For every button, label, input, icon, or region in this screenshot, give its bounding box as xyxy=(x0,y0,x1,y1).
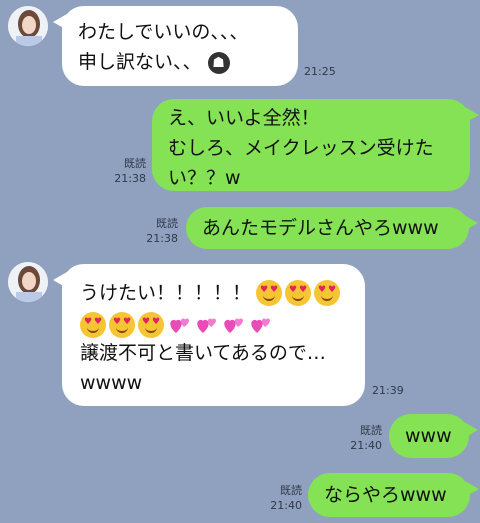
two-hearts-emoji-icon xyxy=(167,313,191,337)
heart-eyes-emoji-icon: ♥ ♥ xyxy=(138,312,164,338)
message-time: 21:39 xyxy=(372,384,404,397)
message-time: 21:38 xyxy=(146,232,178,245)
message-text: 申し訳ない、、 ☗ xyxy=(78,47,298,77)
message-text: い？？w xyxy=(168,167,241,189)
contact-avatar[interactable] xyxy=(8,262,48,302)
incoming-message-bubble[interactable]: うけたい！！！！！ ♥ ♥ ♥ ♥ ♥ ♥ ♥ ♥ ♥ ♥ ♥ ♥ 譲渡不可と書いてあるので… xyxy=(53,264,365,406)
read-receipt: 既読 xyxy=(280,484,302,497)
outgoing-message-bubble[interactable]: あんたモデルさんやろwww xyxy=(186,207,478,249)
emoji-row: ♥ ♥ ♥ ♥ ♥ ♥ xyxy=(80,310,365,340)
outgoing-message-bubble[interactable]: www xyxy=(389,414,478,458)
heart-eyes-emoji-icon: ♥ ♥ xyxy=(80,312,106,338)
two-hearts-emoji-icon xyxy=(248,313,272,337)
message-text: www xyxy=(405,425,452,447)
incoming-message-bubble[interactable]: わたしでいいの、、、 申し訳ない、、 ☗ xyxy=(53,6,298,86)
message-text: わたしでいいの、、、 xyxy=(78,21,249,43)
emoji-row: うけたい！！！！！ ♥ ♥ ♥ ♥ ♥ ♥ xyxy=(80,278,365,308)
ghost-emoji-icon: ☗ xyxy=(207,51,230,74)
read-receipt: 既読 xyxy=(360,424,382,437)
outgoing-message-bubble[interactable]: ならやろwww xyxy=(308,473,479,517)
contact-avatar[interactable] xyxy=(8,6,48,46)
message-text: え、いいよ全然！ xyxy=(168,107,320,129)
message-time: 21:40 xyxy=(270,499,302,512)
heart-eyes-emoji-icon: ♥ ♥ xyxy=(285,280,312,306)
message-time: 21:38 xyxy=(114,172,146,185)
message-time: 21:40 xyxy=(350,439,382,452)
message-text: wwww xyxy=(80,372,143,394)
message-time: 21:25 xyxy=(304,65,336,78)
two-hearts-emoji-icon xyxy=(194,313,218,337)
read-receipt: 既読 xyxy=(124,157,146,170)
message-text: あんたモデルさんやろwww xyxy=(202,217,439,239)
message-text: うけたい！！！！！ xyxy=(80,282,252,304)
heart-eyes-emoji-icon: ♥ ♥ xyxy=(314,280,341,306)
read-receipt: 既読 xyxy=(156,217,178,230)
heart-eyes-emoji-icon: ♥ ♥ xyxy=(109,312,135,338)
message-text: むしろ、メイクレッスン受けた xyxy=(168,137,434,159)
heart-eyes-emoji-icon: ♥ ♥ xyxy=(256,280,283,306)
message-text: ならやろwww xyxy=(324,484,447,506)
message-text: 譲渡不可と書いてあるので… xyxy=(80,342,326,364)
two-hearts-emoji-icon xyxy=(221,313,245,337)
outgoing-message-bubble[interactable]: え、いいよ全然！ むしろ、メイクレッスン受けた い？？w xyxy=(152,99,479,191)
